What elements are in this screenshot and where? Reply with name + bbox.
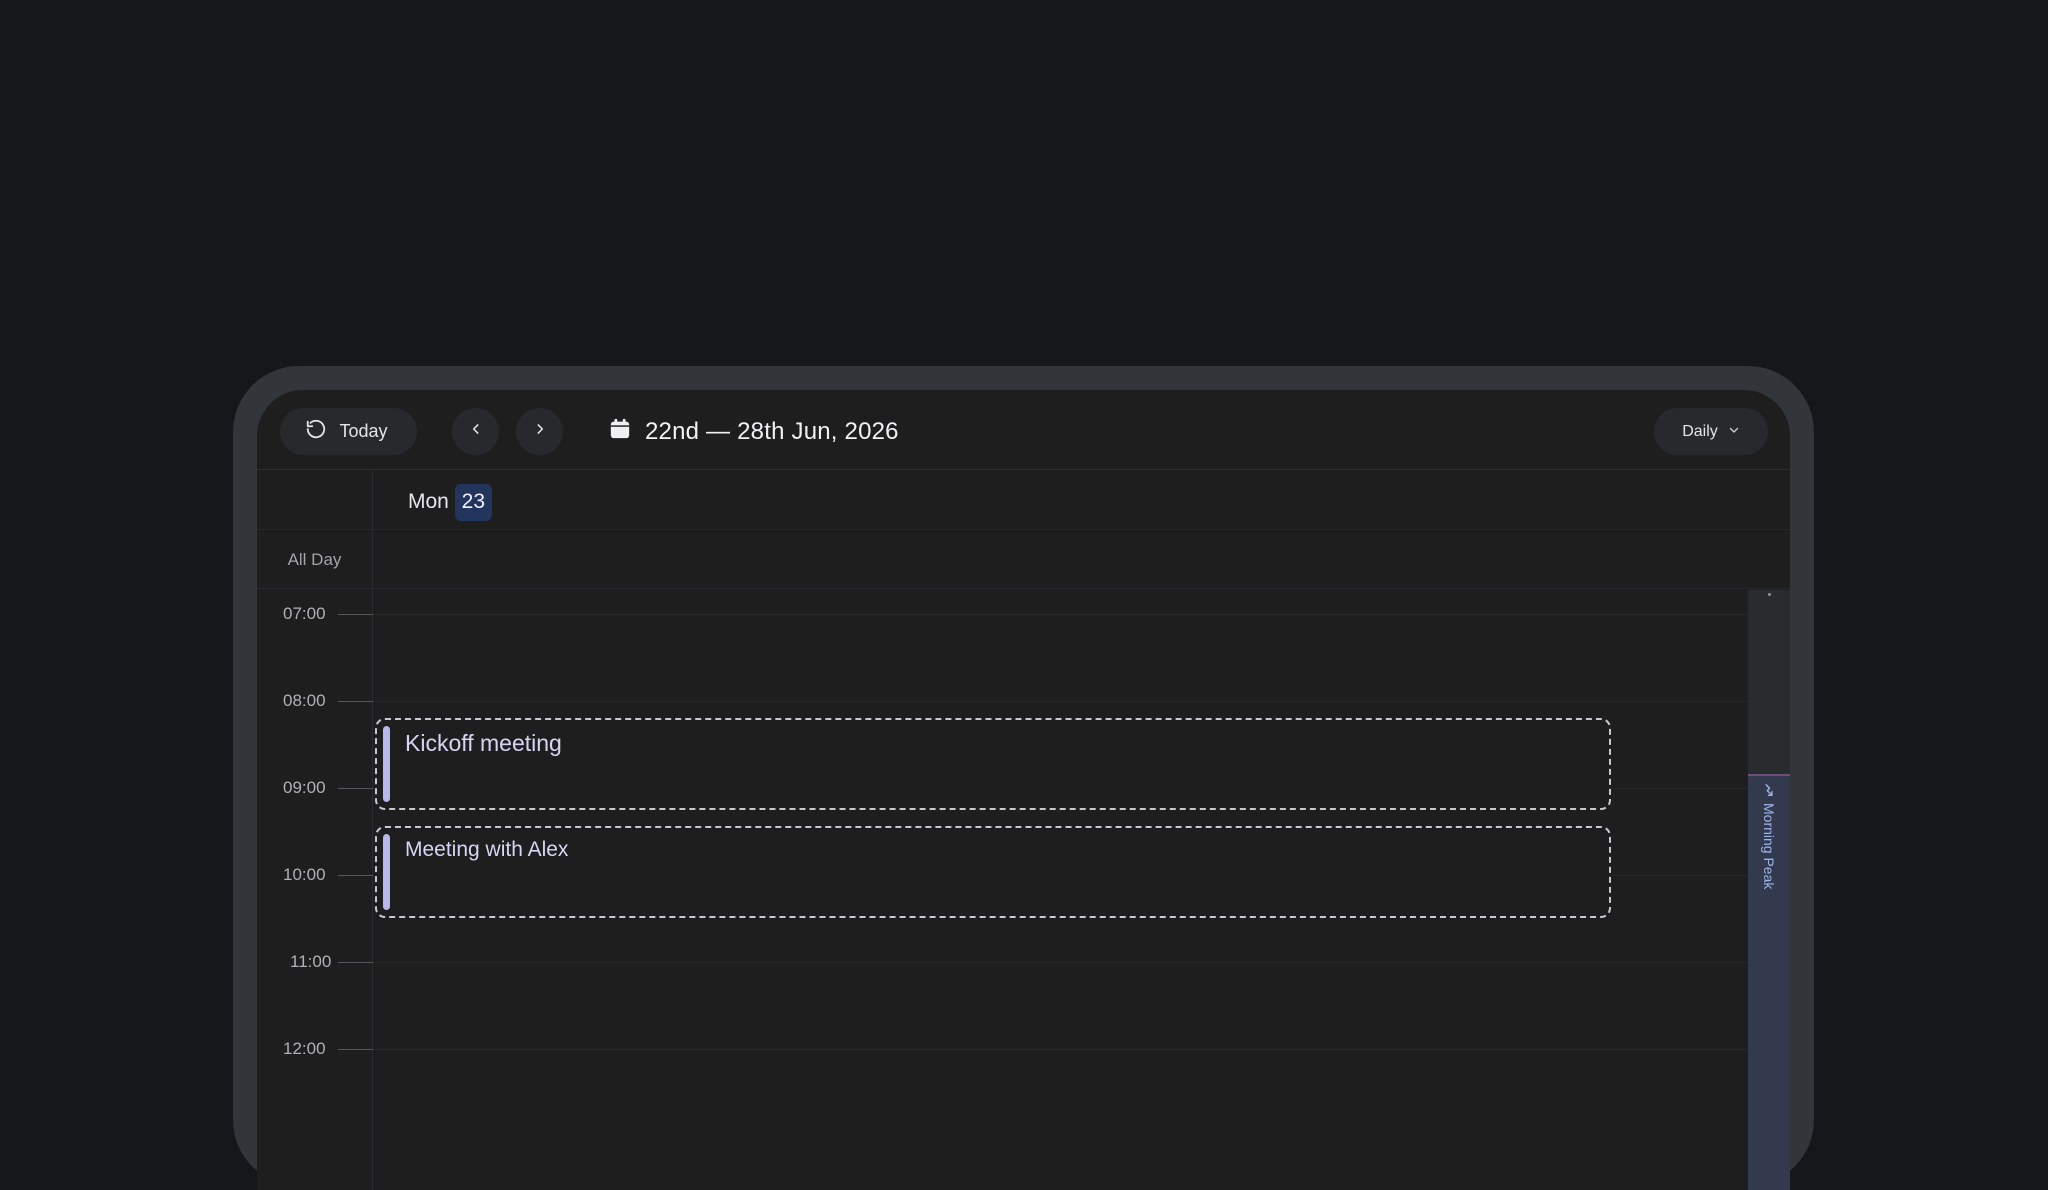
chevron-left-icon [469,422,483,441]
refresh-icon [305,418,327,445]
chevron-down-icon [1728,423,1740,441]
time-gutter-divider [372,471,373,1190]
event-title: Kickoff meeting [405,730,562,756]
calendar-icon [609,418,631,445]
calendar-screen: Today 22nd — 28th Jun, 2026 Daily Mon 23… [257,390,1790,1190]
previous-button[interactable] [452,408,499,455]
all-day-row[interactable] [257,531,1790,589]
today-label: Today [339,421,388,441]
hour-label: 07:00 [283,604,326,623]
event-title: Meeting with Alex [405,838,569,861]
trend-up-icon [1761,783,1777,797]
weekday-label: Mon [408,490,449,513]
morning-peak-text: Morning Peak [1761,803,1777,890]
hour-label: 10:00 [283,865,326,884]
hour-label: 12:00 [283,1039,326,1058]
all-day-label: All Day [287,550,342,569]
hour-label: 11:00 [290,952,332,971]
today-date-badge: 23 [454,483,492,521]
event-card[interactable]: Meeting with Alex [375,826,1611,918]
hour-gridline [373,701,1748,702]
view-mode-label: Daily [1682,422,1718,440]
rail-marker [1768,593,1771,596]
hour-gridline [373,1049,1748,1050]
hour-gridline [373,614,1748,615]
calendar-toolbar: Today 22nd — 28th Jun, 2026 Daily [257,390,1790,470]
hour-label: 09:00 [283,778,326,797]
next-button[interactable] [516,408,563,455]
morning-peak-label: Morning Peak [1752,783,1786,903]
view-mode-dropdown[interactable]: Daily [1654,408,1768,455]
date-range-picker[interactable]: 22nd — 28th Jun, 2026 [609,408,899,455]
event-card[interactable]: Kickoff meeting [375,718,1611,810]
hour-gridline [373,962,1748,963]
event-accent-bar [383,726,390,802]
date-range-label: 22nd — 28th Jun, 2026 [645,417,899,445]
hour-label: 08:00 [283,691,326,710]
chevron-right-icon [533,422,547,441]
day-column-header[interactable]: Mon 23 [408,483,492,521]
event-accent-bar [383,834,390,910]
today-button[interactable]: Today [280,408,417,455]
tablet-frame: Today 22nd — 28th Jun, 2026 Daily Mon 23… [233,366,1814,1190]
